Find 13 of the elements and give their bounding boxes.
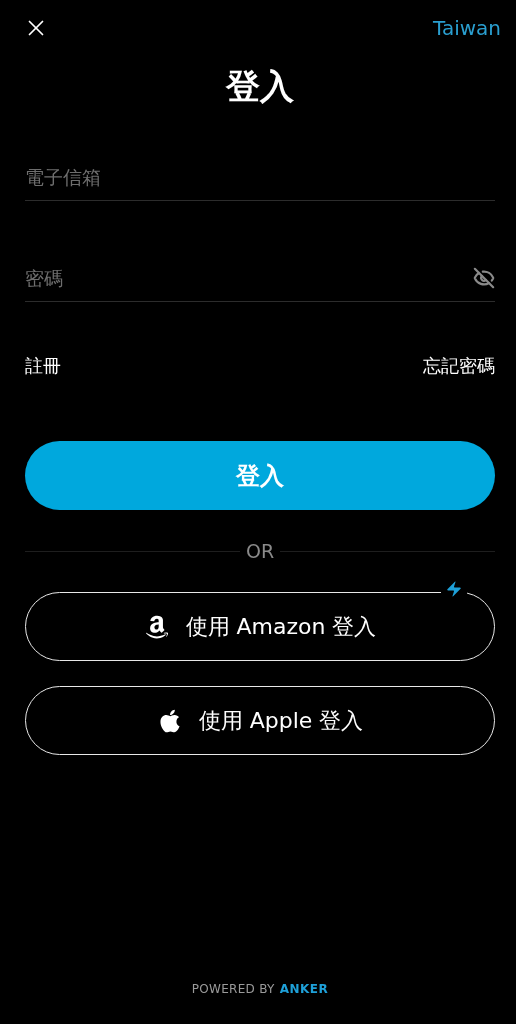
amazon-login-button[interactable]: 使用 Amazon 登入 (25, 592, 495, 661)
password-field[interactable]: 密碼 (25, 267, 473, 289)
apple-login-button[interactable]: 使用 Apple 登入 (25, 686, 495, 755)
page-title: 登入 (224, 65, 295, 108)
eye-off-icon[interactable] (473, 267, 495, 289)
powered-by-text: POWERED BY (191, 982, 275, 996)
forgot-password-link[interactable]: 忘記密碼 (423, 354, 495, 378)
register-link[interactable]: 註冊 (25, 354, 61, 378)
amazon-icon (143, 613, 170, 640)
or-divider-text: OR (244, 540, 276, 562)
brand-logo: ANKER (279, 982, 329, 996)
email-field[interactable]: 電子信箱 (25, 166, 495, 188)
region-link[interactable]: Taiwan (433, 16, 501, 40)
